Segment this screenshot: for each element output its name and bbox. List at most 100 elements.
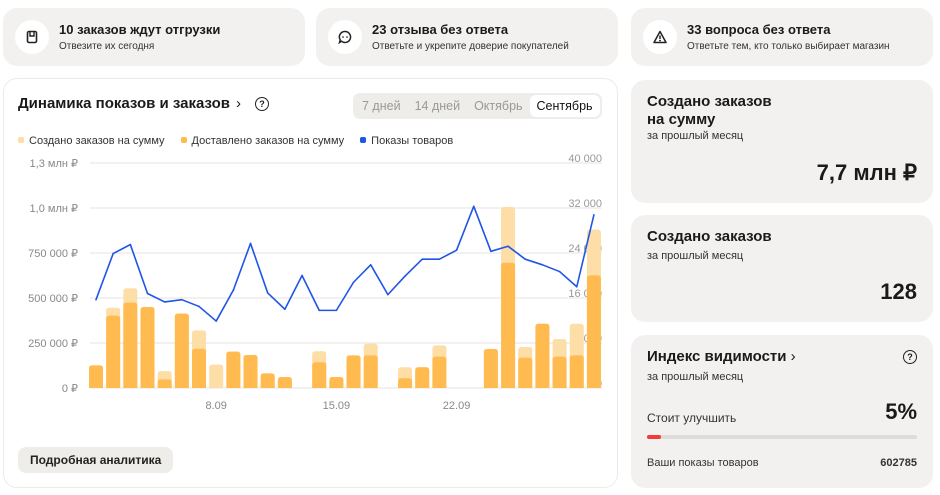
card-subtitle: за прошлый месяц xyxy=(647,130,744,142)
bar-delivered xyxy=(123,302,138,388)
views-point xyxy=(181,298,183,301)
views-point xyxy=(438,258,441,260)
card-subtitle: за прошлый месяц xyxy=(647,371,744,383)
views-value: 602785 xyxy=(880,457,917,469)
visibility-title-link[interactable]: Индекс видимости › xyxy=(647,348,796,366)
views-point xyxy=(163,301,166,303)
bar-delivered xyxy=(174,313,189,388)
views-point xyxy=(490,250,492,253)
created-sum-card: Создано заказов на сумму за прошлый меся… xyxy=(631,80,933,203)
card-title: Создано заказов xyxy=(647,228,772,245)
views-point xyxy=(146,292,149,295)
x-axis-tick: 22.09 xyxy=(443,400,471,412)
package-icon xyxy=(15,20,49,54)
card-title: Создано заказов xyxy=(647,93,772,110)
warning-icon xyxy=(643,20,677,54)
bar-delivered xyxy=(346,355,361,388)
bar-delivered xyxy=(260,373,275,388)
bar-delivered xyxy=(363,355,378,388)
left-axis-tick: 750 000 ₽ xyxy=(28,248,78,260)
bar-delivered xyxy=(518,357,533,388)
bar-delivered xyxy=(243,355,258,388)
views-point xyxy=(266,292,269,294)
bar-delivered xyxy=(192,348,207,388)
left-axis-tick: 1,0 млн ₽ xyxy=(30,203,78,215)
views-point xyxy=(507,245,509,248)
alert-questions-card[interactable]: 33 вопроса без ответа Ответьте тем, кто … xyxy=(631,8,933,66)
created-count-value: 128 xyxy=(880,279,917,304)
bar-created xyxy=(209,364,224,388)
bar-delivered xyxy=(483,348,498,388)
bar-delivered xyxy=(157,379,172,388)
alert-title: 10 заказов ждут отгрузки xyxy=(59,22,221,37)
views-label: Ваши показы товаров xyxy=(647,457,759,469)
views-point xyxy=(541,264,544,266)
bar-delivered xyxy=(569,355,584,388)
bar-delivered xyxy=(535,323,550,388)
alert-reviews-card[interactable]: 23 отзыва без ответа Ответьте и укрепите… xyxy=(316,8,618,66)
right-axis-tick: 40 000 xyxy=(568,153,602,165)
alert-orders-card[interactable]: 10 заказов ждут отгрузки Отвезите их сег… xyxy=(3,8,305,66)
views-point xyxy=(335,309,338,312)
card-title: Индекс видимости xyxy=(647,348,787,365)
chevron-right-icon: › xyxy=(790,348,796,365)
bar-delivered xyxy=(432,356,447,388)
left-axis-tick: 250 000 ₽ xyxy=(28,338,78,350)
visibility-progress-fill xyxy=(647,435,661,439)
views-point xyxy=(232,289,235,291)
created-sum-value: 7,7 млн ₽ xyxy=(816,160,917,185)
bar-delivered xyxy=(329,377,344,388)
views-point xyxy=(421,258,424,260)
views-point xyxy=(575,285,578,288)
bar-delivered xyxy=(312,362,327,388)
bar-delivered xyxy=(277,377,292,388)
views-point xyxy=(301,274,303,277)
views-point xyxy=(472,205,475,208)
views-point xyxy=(129,243,132,246)
views-point xyxy=(387,293,389,296)
views-point xyxy=(524,258,527,260)
bar-delivered xyxy=(552,356,567,388)
bar-delivered xyxy=(586,275,601,388)
views-point xyxy=(455,249,458,251)
views-point xyxy=(558,270,561,273)
chat-icon xyxy=(328,20,362,54)
alert-subtitle: Ответьте тем, кто только выбирает магази… xyxy=(687,41,890,52)
alert-subtitle: Ответьте и укрепите доверие покупателей xyxy=(372,41,569,52)
alert-title: 23 отзыва без ответа xyxy=(372,22,509,37)
visibility-progress xyxy=(647,435,917,439)
visibility-status: Стоит улучшить xyxy=(647,411,737,425)
alert-title: 33 вопроса без ответа xyxy=(687,22,831,37)
x-axis-tick: 8.09 xyxy=(205,400,226,412)
views-point xyxy=(112,252,114,255)
views-point xyxy=(249,242,252,245)
bar-delivered xyxy=(501,262,516,388)
views-point xyxy=(593,213,595,216)
bar-delivered xyxy=(140,307,155,388)
views-point xyxy=(369,264,372,266)
views-line xyxy=(95,205,595,322)
created-count-card: Создано заказов за прошлый месяц 128 xyxy=(631,215,933,322)
views-point xyxy=(404,275,406,277)
bar-delivered xyxy=(226,351,241,388)
detailed-analytics-button[interactable]: Подробная аналитика xyxy=(18,447,174,473)
views-point xyxy=(284,308,286,311)
visibility-card: Индекс видимости › ? за прошлый месяц Ст… xyxy=(631,335,933,488)
views-point xyxy=(198,305,200,308)
card-subtitle: за прошлый месяц xyxy=(647,250,744,262)
views-point xyxy=(352,281,355,284)
orders-views-chart: 0 ₽ 250 000 ₽ 500 000 ₽ 750 000 ₽ 1,0 млн ₽ 1… xyxy=(28,153,602,412)
views-point xyxy=(318,309,321,312)
left-axis-tick: 0 ₽ xyxy=(62,383,78,395)
help-icon[interactable]: ? xyxy=(903,350,917,364)
right-axis-tick: 32 000 xyxy=(568,198,602,210)
views-point xyxy=(95,298,97,301)
card-title-line2: на сумму xyxy=(647,111,716,128)
bar-delivered xyxy=(415,367,430,388)
bar-delivered xyxy=(398,378,413,388)
chart-panel: Динамика показов и заказов ›? 7 дней 14 д… xyxy=(3,78,618,488)
visibility-percent: 5% xyxy=(885,399,917,424)
bar-delivered xyxy=(89,365,103,388)
bar-delivered xyxy=(106,315,121,388)
left-axis-tick: 1,3 млн ₽ xyxy=(30,158,78,170)
